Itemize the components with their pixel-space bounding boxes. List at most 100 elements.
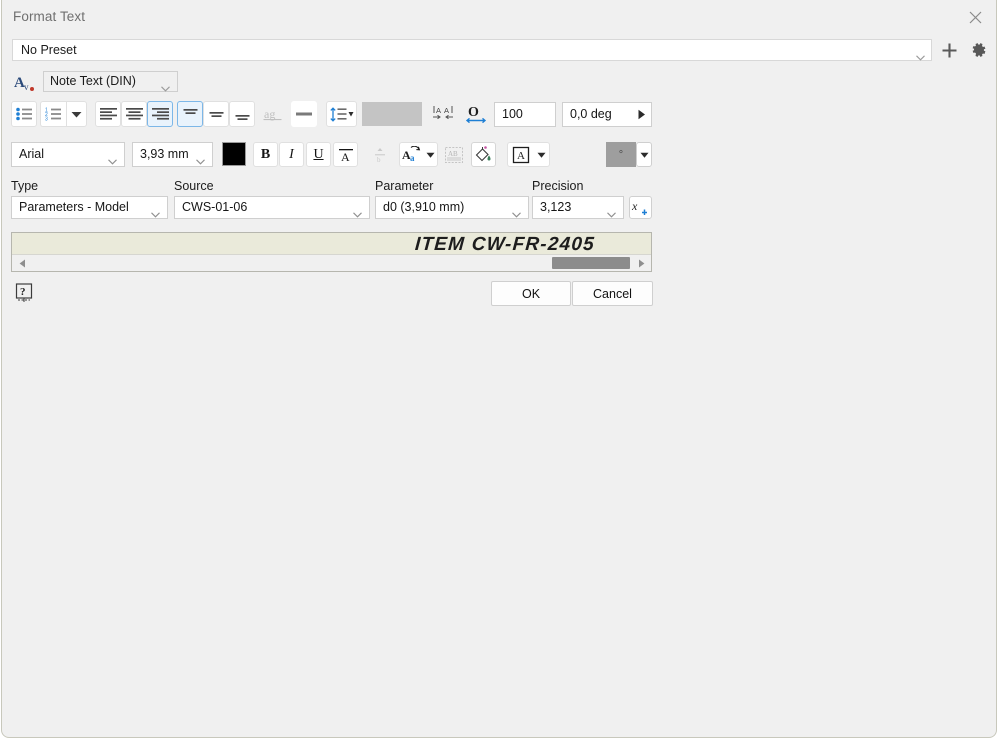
svg-text:b: b <box>377 156 381 164</box>
bulleted-list-icon <box>15 107 33 121</box>
align-bottom-icon <box>234 107 251 121</box>
precision-value: 3,123 <box>540 200 572 214</box>
type-combobox[interactable]: Parameters - Model <box>11 196 168 219</box>
text-mask-icon: AB <box>445 146 463 163</box>
help-button[interactable]: ? <box>15 283 35 303</box>
align-middle-icon <box>208 107 225 121</box>
preset-value: No Preset <box>21 43 77 57</box>
horizontal-line-icon <box>296 111 312 117</box>
align-right-icon <box>151 107 169 121</box>
expand-options-button[interactable] <box>630 103 652 125</box>
font-size-combobox[interactable]: 3,93 mm <box>132 142 213 167</box>
insert-parameter-button[interactable]: x <box>629 196 652 219</box>
parameter-label: Parameter <box>375 179 434 193</box>
angle-value: 0,0 deg <box>570 107 612 121</box>
page-title: Format Text <box>13 9 86 24</box>
svg-text:O: O <box>468 105 479 120</box>
align-bottom-button[interactable] <box>229 101 255 127</box>
parameter-combobox[interactable]: d0 (3,910 mm) <box>375 196 529 219</box>
text-editor-content: ITEM CW-FR-2405 <box>414 234 596 254</box>
numbered-list-button[interactable]: 1 2 3 <box>40 101 66 127</box>
stretch-value: 100 <box>502 107 523 121</box>
line-spacing-button[interactable] <box>326 101 357 127</box>
text-stretch-icon: O <box>465 104 487 124</box>
italic-icon: I <box>289 146 294 162</box>
strikethrough-ag-icon: ag <box>263 106 283 122</box>
stretch-value-field[interactable]: 100 <box>494 102 556 127</box>
text-fill-button[interactable] <box>471 142 496 167</box>
text-style-icon: A v <box>13 71 35 93</box>
svg-text:3: 3 <box>45 116 48 121</box>
screen: Format Text No Preset A v Note Text (DIN… <box>0 0 999 740</box>
dialog-titlebar: Format Text <box>2 0 996 35</box>
expand-arrow-icon <box>637 109 646 120</box>
symbol-dropdown[interactable] <box>636 142 652 167</box>
font-color-swatch[interactable] <box>222 142 246 166</box>
text-frame-button[interactable]: A <box>507 142 534 167</box>
scroll-left-icon[interactable] <box>14 255 30 271</box>
text-case-button[interactable]: A a <box>399 142 424 167</box>
caret-down-icon <box>640 152 649 158</box>
text-style-value: Note Text (DIN) <box>50 74 136 88</box>
align-top-icon <box>182 107 199 121</box>
overline-button[interactable]: A <box>333 142 358 167</box>
chevron-down-icon <box>916 48 925 66</box>
text-mask-button: AB <box>442 142 466 167</box>
svg-text:A: A <box>341 150 350 163</box>
bulleted-list-button[interactable] <box>11 101 37 127</box>
align-left-button[interactable] <box>95 101 121 127</box>
svg-text:x: x <box>631 199 638 213</box>
align-center-button[interactable] <box>121 101 147 127</box>
character-spacing-button[interactable]: A A <box>430 101 456 127</box>
font-family-value: Arial <box>19 147 45 161</box>
cancel-button[interactable]: Cancel <box>572 281 653 306</box>
align-middle-button[interactable] <box>203 101 229 127</box>
align-right-button[interactable] <box>147 101 173 127</box>
align-left-icon <box>99 107 117 121</box>
horizontal-rule-button[interactable] <box>291 101 317 127</box>
add-preset-button[interactable] <box>940 41 959 60</box>
source-value: CWS-01-06 <box>182 200 248 214</box>
scroll-right-icon[interactable] <box>633 255 649 271</box>
svg-text:A: A <box>444 106 449 115</box>
precision-combobox[interactable]: 3,123 <box>532 196 624 219</box>
ok-button[interactable]: OK <box>491 281 571 306</box>
text-editor-canvas[interactable]: ITEM CW-FR-2405 <box>12 233 651 254</box>
format-text-dialog: Format Text No Preset A v Note Text (DIN… <box>1 0 997 738</box>
boxed-text-icon: A <box>511 146 531 164</box>
chevron-down-icon <box>607 205 616 223</box>
line-spacing-value-field[interactable] <box>362 102 422 126</box>
svg-text:?: ? <box>20 286 26 298</box>
text-case-icon: A a <box>402 146 422 163</box>
font-family-combobox[interactable]: Arial <box>11 142 125 167</box>
type-value: Parameters - Model <box>19 200 129 214</box>
svg-text:A: A <box>436 106 441 115</box>
preset-combobox[interactable]: No Preset <box>12 39 932 61</box>
precision-label: Precision <box>532 179 584 193</box>
font-size-value: 3,93 mm <box>140 147 189 161</box>
text-frame-dropdown[interactable] <box>534 142 550 167</box>
horizontal-scrollbar[interactable] <box>12 254 651 271</box>
italic-button[interactable]: I <box>279 142 304 167</box>
scrollbar-thumb[interactable] <box>552 257 630 269</box>
source-combobox[interactable]: CWS-01-06 <box>174 196 370 219</box>
close-icon[interactable] <box>962 5 988 29</box>
fraction-stack-icon: b <box>373 146 387 164</box>
font-toolbar: Arial 3,93 mm B I U A b A a AB A ° <box>2 139 996 171</box>
list-options-dropdown[interactable] <box>66 101 87 127</box>
text-style-combobox[interactable]: Note Text (DIN) <box>43 71 178 92</box>
caret-down-icon <box>426 152 435 158</box>
caret-down-icon <box>71 111 82 118</box>
preset-row: No Preset <box>2 36 996 66</box>
text-editor[interactable]: ITEM CW-FR-2405 <box>11 232 652 272</box>
bold-button[interactable]: B <box>253 142 278 167</box>
text-stretch-button[interactable]: O <box>463 101 489 127</box>
underline-button[interactable]: U <box>306 142 331 167</box>
paragraph-toolbar: 1 2 3 ag A A O 100 0,0 deg <box>2 99 996 131</box>
text-case-dropdown[interactable] <box>424 142 438 167</box>
underline-icon: U <box>313 146 324 162</box>
align-top-button[interactable] <box>177 101 203 127</box>
symbol-combobox[interactable]: ° <box>606 142 636 167</box>
gear-icon[interactable] <box>968 40 988 60</box>
chevron-down-icon <box>161 79 170 97</box>
